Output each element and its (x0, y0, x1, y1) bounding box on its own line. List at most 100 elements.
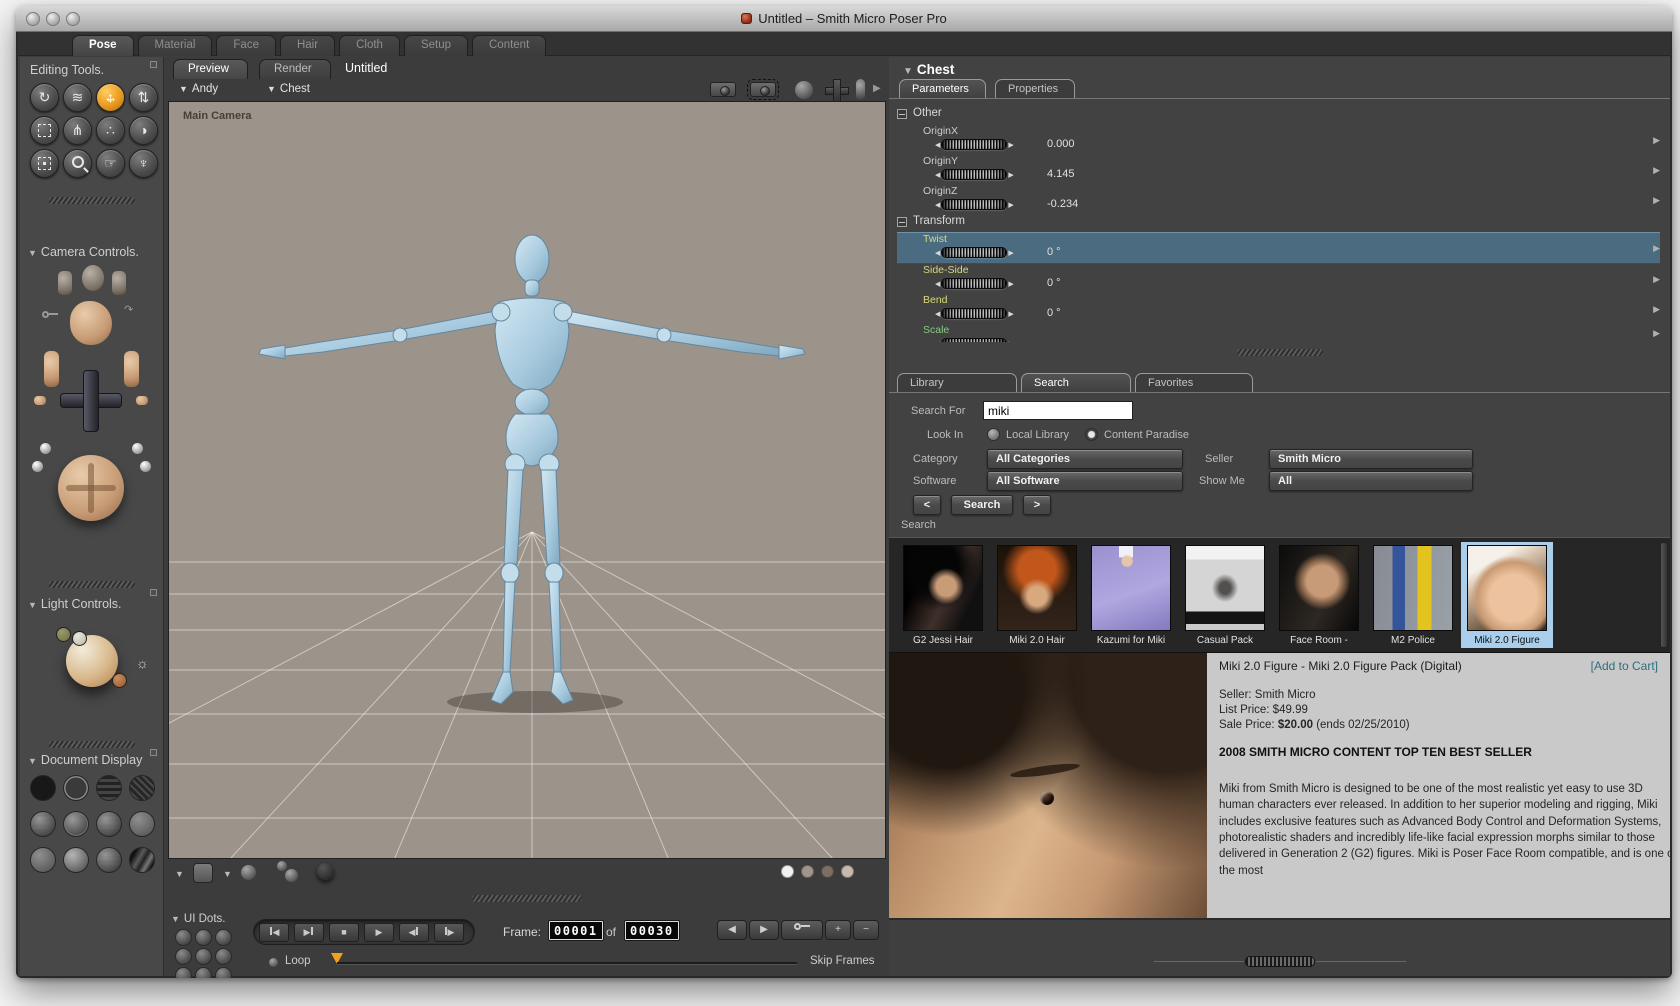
display-dot-light[interactable] (841, 865, 854, 878)
total-frames-counter[interactable]: 00030 (625, 921, 679, 940)
morphing-tool-icon[interactable]: ∴ (96, 116, 125, 145)
param-menu-arrow[interactable]: ▶ (1653, 243, 1660, 254)
figure-mini-icon[interactable] (856, 79, 865, 100)
dolly-y-control[interactable] (83, 370, 99, 432)
category-select[interactable]: All Categories (987, 449, 1183, 469)
current-frame-counter[interactable]: 00001 (549, 921, 603, 940)
view-magnifier-tool-icon[interactable] (63, 149, 92, 178)
display-hidden-line-icon[interactable] (129, 775, 155, 801)
ui-dot-4[interactable] (175, 948, 192, 965)
tab-render[interactable]: Render (259, 59, 331, 79)
param-menu-arrow[interactable]: ▶ (1653, 165, 1660, 176)
radio-content-paradise[interactable] (1085, 428, 1098, 441)
section-divider-handle[interactable] (48, 581, 135, 588)
play-button[interactable]: ▶ (364, 923, 394, 942)
next-key-button[interactable]: ▶ (749, 920, 779, 940)
camera-controls-cluster[interactable]: ↷ (20, 265, 164, 565)
search-button[interactable]: Search (951, 495, 1013, 515)
param-label[interactable]: Twist (923, 233, 947, 245)
display-smooth-shaded-icon[interactable] (63, 847, 89, 873)
step-back-button[interactable]: ◀ (399, 923, 429, 942)
param-menu-arrow[interactable]: ▶ (1653, 135, 1660, 146)
dolly-left-hand-icon[interactable] (34, 396, 46, 405)
section-divider-handle[interactable] (48, 741, 135, 748)
light-indicator-2[interactable] (72, 631, 87, 646)
camera-dot-left-lower[interactable] (32, 461, 43, 472)
left-hand-camera-icon[interactable] (44, 351, 59, 387)
direct-manipulation-tool-icon[interactable]: ☞ (96, 149, 125, 178)
radio-content-paradise-label[interactable]: Content Paradise (1104, 429, 1189, 441)
flyaround-camera-icon[interactable] (82, 265, 104, 291)
group-collapse-other[interactable] (897, 109, 907, 119)
tab-library[interactable]: Library (897, 373, 1017, 392)
next-results-button[interactable]: > (1023, 495, 1051, 515)
display-lit-wireframe-icon[interactable] (30, 811, 56, 837)
tab-parameters[interactable]: Parameters (899, 79, 986, 98)
param-label[interactable]: OriginZ (923, 185, 957, 197)
tab-pose[interactable]: Pose (72, 35, 134, 56)
display-dot-tan[interactable] (801, 865, 814, 878)
result-g2-jessi-hair[interactable]: G2 Jessi Hair (897, 542, 989, 648)
param-menu-arrow[interactable]: ▶ (1653, 328, 1660, 339)
first-frame-button[interactable]: ◀ (259, 923, 289, 942)
display-flat-shaded-icon[interactable] (63, 811, 89, 837)
titlebar[interactable]: Untitled – Smith Micro Poser Pro (16, 6, 1672, 32)
prev-results-button[interactable]: < (913, 495, 941, 515)
translate-in-out-tool-icon[interactable]: ⇅ (129, 83, 158, 112)
light-tool-icon[interactable]: ♆ (129, 149, 158, 178)
section-divider-handle[interactable] (48, 197, 135, 204)
rotate-tool-icon[interactable]: ↻ (30, 83, 59, 112)
tracking-sphere-icon[interactable] (241, 865, 256, 880)
taper-tool-icon[interactable]: ⋔ (63, 116, 92, 145)
param-menu-arrow[interactable]: ▶ (1653, 304, 1660, 315)
param-label[interactable]: OriginX (923, 125, 958, 137)
light-controls-cluster[interactable]: ☼ (20, 617, 164, 717)
display-texture-shaded-icon[interactable] (129, 847, 155, 873)
ui-dot-2[interactable] (195, 929, 212, 946)
seller-select[interactable]: Smith Micro (1269, 449, 1473, 469)
skip-frames-label[interactable]: Skip Frames (810, 955, 875, 967)
delete-keyframe-button[interactable]: − (853, 920, 879, 940)
light-brightness-icon[interactable]: ☼ (136, 655, 149, 671)
right-hand-camera-icon[interactable] (124, 351, 139, 387)
ui-dot-5[interactable] (195, 948, 212, 965)
tab-preview[interactable]: Preview (173, 59, 248, 79)
param-dial[interactable]: ◀▶ (935, 137, 1014, 153)
display-dot-white[interactable] (781, 865, 794, 878)
ui-dot-9[interactable] (215, 967, 232, 978)
camera-view-icon[interactable] (710, 82, 736, 97)
param-dial[interactable]: ◀▶ (935, 336, 1014, 342)
camera-trackball[interactable] (58, 455, 124, 521)
param-menu-arrow[interactable]: ▶ (1653, 274, 1660, 285)
group-collapse-transform[interactable] (897, 217, 907, 227)
tab-search[interactable]: Search (1021, 373, 1131, 392)
panel-dock-icon[interactable] (150, 61, 157, 68)
result-m2-police[interactable]: M2 Police (1367, 542, 1459, 648)
result-miki-20-figure-selected[interactable]: Miki 2.0 Figure (1461, 542, 1553, 648)
color-tool-icon[interactable]: ◑ (129, 116, 158, 145)
tab-hair[interactable]: Hair (279, 35, 336, 56)
param-dial[interactable]: ◀▶ (935, 167, 1014, 183)
param-label[interactable]: OriginY (923, 155, 958, 167)
scene-canvas[interactable] (169, 102, 886, 859)
tracking-multi-icon[interactable] (277, 861, 287, 871)
radio-local-library[interactable] (987, 428, 1000, 441)
edit-keyframes-button[interactable] (781, 920, 823, 940)
panel-dock-icon[interactable] (150, 749, 157, 756)
library-resize-wheel[interactable] (1153, 956, 1406, 967)
scale-tool-icon[interactable] (30, 116, 59, 145)
display-silhouette-icon[interactable] (30, 775, 56, 801)
loop-toggle[interactable] (269, 958, 278, 967)
shadow-toggle-icon[interactable] (317, 863, 334, 880)
move-cross-icon[interactable] (825, 79, 849, 103)
ui-dot-8[interactable] (195, 967, 212, 978)
camera-rotate-arrow-icon[interactable]: ↷ (124, 303, 133, 316)
show-me-select[interactable]: All (1269, 471, 1473, 491)
display-outline-icon[interactable] (63, 775, 89, 801)
current-element-header[interactable]: ▼ Chest (903, 61, 954, 79)
prev-key-button[interactable]: ◀ (717, 920, 747, 940)
result-miki-20-hair[interactable]: Miki 2.0 Hair (991, 542, 1083, 648)
param-label[interactable]: Bend (923, 294, 948, 306)
trackball-mini-icon[interactable] (795, 81, 813, 99)
camera-left-hand-icon[interactable] (58, 271, 72, 295)
